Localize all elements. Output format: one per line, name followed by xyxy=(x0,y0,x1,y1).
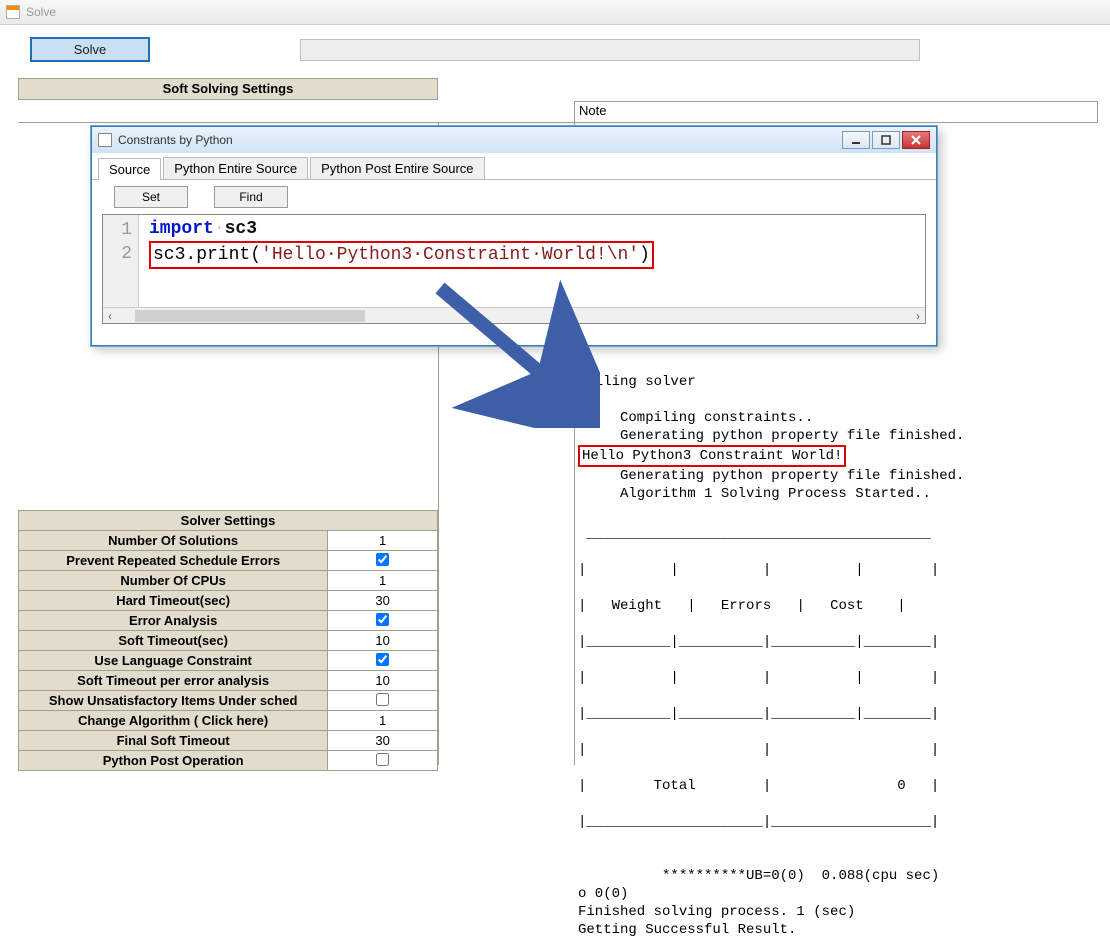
setting-value[interactable] xyxy=(328,691,438,711)
setting-label: Use Language Constraint xyxy=(19,651,328,671)
solver-settings-row: Soft Timeout per error analysis10 xyxy=(19,671,438,691)
close-button[interactable] xyxy=(902,131,930,149)
scrollbar-thumb[interactable] xyxy=(135,310,365,322)
setting-value[interactable] xyxy=(328,751,438,771)
status-field xyxy=(300,39,920,61)
setting-label: Number Of CPUs xyxy=(19,571,328,591)
tab-python-post-entire-source[interactable]: Python Post Entire Source xyxy=(310,157,484,179)
scroll-right-icon[interactable]: › xyxy=(911,309,925,323)
tab-python-entire-source[interactable]: Python Entire Source xyxy=(163,157,308,179)
dialog-icon xyxy=(98,133,112,147)
setting-label: Python Post Operation xyxy=(19,751,328,771)
setting-value[interactable]: 30 xyxy=(328,731,438,751)
solver-settings-row: Soft Timeout(sec)10 xyxy=(19,631,438,651)
maximize-button[interactable] xyxy=(872,131,900,149)
setting-label: Soft Timeout(sec) xyxy=(19,631,328,651)
solver-settings-row: Error Analysis xyxy=(19,611,438,631)
tab-source[interactable]: Source xyxy=(98,158,161,180)
soft-solving-settings-header: Soft Solving Settings xyxy=(18,78,438,100)
solve-button[interactable]: Solve xyxy=(30,37,150,62)
solver-settings-row: Number Of Solutions1 xyxy=(19,531,438,551)
solver-settings-row: Show Unsatisfactory Items Under sched xyxy=(19,691,438,711)
solver-settings-table: Solver Settings Number Of Solutions1Prev… xyxy=(18,510,438,771)
setting-label: Error Analysis xyxy=(19,611,328,631)
setting-value[interactable]: 10 xyxy=(328,631,438,651)
note-field[interactable]: Note xyxy=(574,101,1098,123)
setting-value[interactable]: 10 xyxy=(328,671,438,691)
toolbar: Solve xyxy=(0,25,1110,68)
setting-value[interactable]: 30 xyxy=(328,591,438,611)
solver-settings-row: Number Of CPUs1 xyxy=(19,571,438,591)
line-number-gutter: 1 2 xyxy=(103,215,139,307)
code-line-2[interactable]: sc3.print('Hello·Python3·Constraint·Worl… xyxy=(149,241,921,269)
main-window-title: Solve xyxy=(26,5,56,19)
dialog-title: Constrants by Python xyxy=(118,133,233,147)
setting-checkbox[interactable] xyxy=(376,613,389,626)
find-button[interactable]: Find xyxy=(214,186,288,208)
solver-settings-row: Final Soft Timeout30 xyxy=(19,731,438,751)
dialog-titlebar[interactable]: Constrants by Python xyxy=(92,127,936,153)
set-button[interactable]: Set xyxy=(114,186,188,208)
setting-label: Final Soft Timeout xyxy=(19,731,328,751)
setting-value[interactable]: 1 xyxy=(328,571,438,591)
solver-settings-row: Python Post Operation xyxy=(19,751,438,771)
setting-value[interactable]: 1 xyxy=(328,711,438,731)
solver-settings-row: Change Algorithm ( Click here)1 xyxy=(19,711,438,731)
setting-label: Soft Timeout per error analysis xyxy=(19,671,328,691)
setting-label: Prevent Repeated Schedule Errors xyxy=(19,551,328,571)
setting-label: Number Of Solutions xyxy=(19,531,328,551)
setting-value[interactable] xyxy=(328,611,438,631)
code-editor[interactable]: 1 2 import·sc3 sc3.print('Hello·Python3·… xyxy=(102,214,926,324)
setting-label: Show Unsatisfactory Items Under sched xyxy=(19,691,328,711)
solver-settings-row: Prevent Repeated Schedule Errors xyxy=(19,551,438,571)
result-ascii-table: ________________________________________… xyxy=(578,507,1098,849)
setting-value[interactable] xyxy=(328,651,438,671)
setting-label: Hard Timeout(sec) xyxy=(19,591,328,611)
minimize-button[interactable] xyxy=(842,131,870,149)
divider xyxy=(18,122,1098,123)
setting-checkbox[interactable] xyxy=(376,753,389,766)
app-icon xyxy=(6,5,20,19)
dialog-tabstrip: Source Python Entire Source Python Post … xyxy=(92,153,936,180)
console-highlight: Hello Python3 Constraint World! xyxy=(578,445,846,467)
code-line-1[interactable]: import·sc3 xyxy=(149,217,921,241)
console-output: Calling solver Compiling constraints.. G… xyxy=(578,355,1098,939)
setting-checkbox[interactable] xyxy=(376,553,389,566)
setting-checkbox[interactable] xyxy=(376,693,389,706)
solver-settings-row: Use Language Constraint xyxy=(19,651,438,671)
setting-label: Change Algorithm ( Click here) xyxy=(19,711,328,731)
setting-value[interactable] xyxy=(328,551,438,571)
solver-settings-row: Hard Timeout(sec)30 xyxy=(19,591,438,611)
scroll-left-icon[interactable]: ‹ xyxy=(103,309,117,323)
constraints-dialog: Constrants by Python Source Python Entir… xyxy=(91,126,937,346)
main-window-titlebar: Solve xyxy=(0,0,1110,25)
editor-horizontal-scrollbar[interactable]: ‹ › xyxy=(103,307,925,323)
solver-settings-header: Solver Settings xyxy=(19,511,438,531)
setting-checkbox[interactable] xyxy=(376,653,389,666)
setting-value[interactable]: 1 xyxy=(328,531,438,551)
